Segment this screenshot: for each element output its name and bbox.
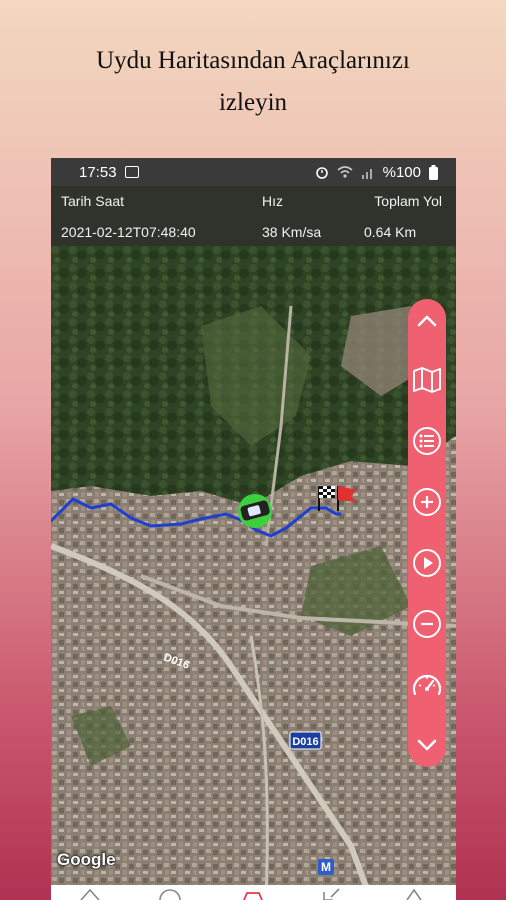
speed-label: Hız xyxy=(262,193,283,209)
map-type-button[interactable] xyxy=(408,360,446,400)
list-icon xyxy=(413,427,441,455)
settings-icon[interactable] xyxy=(403,887,425,900)
headline-line-2: izleyin xyxy=(218,89,288,116)
edit-icon[interactable] xyxy=(321,887,343,900)
headline-line-1: Uydu Haritasından Araçlarınızı xyxy=(96,47,410,74)
battery-icon xyxy=(429,164,438,180)
zoom-in-button[interactable] xyxy=(408,482,446,522)
trip-info-bar: Tarih Saat Hız Toplam Yol 2021-02-12T07:… xyxy=(51,186,456,246)
status-time: 17:53 xyxy=(79,163,117,181)
signal-icon xyxy=(361,169,372,179)
chevron-down-icon xyxy=(417,739,437,751)
date-label: Tarih Saat xyxy=(61,193,125,209)
map-icon xyxy=(413,367,441,393)
speed-button[interactable] xyxy=(408,665,446,705)
speed-value: 38 Km/sa xyxy=(262,224,322,240)
wifi-icon xyxy=(337,166,353,178)
phone-screen: D016 D016 M Google 17:53 %100 Tarih Saat… xyxy=(51,158,456,900)
alarm-icon xyxy=(315,167,328,179)
zoom-in-icon xyxy=(413,488,441,516)
road-label-1: D016 xyxy=(292,736,318,748)
zoom-out-button[interactable] xyxy=(408,604,446,644)
zoom-out-icon xyxy=(413,610,441,638)
satellite-map[interactable]: D016 D016 M xyxy=(51,246,456,900)
battery-percent: %100 xyxy=(382,163,421,181)
vehicle-marker[interactable] xyxy=(238,494,272,528)
chevron-up-icon xyxy=(417,315,437,327)
list-button[interactable] xyxy=(408,421,446,461)
map-controls xyxy=(408,299,446,767)
status-bar: 17:53 %100 xyxy=(51,158,456,186)
distance-value: 0.64 Km xyxy=(364,224,417,240)
speedometer-icon xyxy=(412,674,442,696)
google-logo: Google xyxy=(57,850,116,869)
car-icon[interactable] xyxy=(241,887,265,900)
scroll-up-button[interactable] xyxy=(408,301,446,341)
home-icon[interactable] xyxy=(79,887,101,900)
metro-label: M xyxy=(321,860,331,874)
scroll-down-button[interactable] xyxy=(408,725,446,765)
distance-label: Toplam Yol xyxy=(374,193,442,209)
metro-marker: M xyxy=(318,859,334,875)
bottom-nav xyxy=(51,885,456,900)
play-icon xyxy=(413,549,441,577)
play-button[interactable] xyxy=(408,543,446,583)
image-icon xyxy=(124,166,139,178)
date-value: 2021-02-12T07:48:40 xyxy=(61,224,196,240)
globe-icon[interactable] xyxy=(159,887,181,900)
road-shield-1: D016 xyxy=(289,731,322,750)
headline: Uydu Haritasından Araçlarınızı izleyin xyxy=(0,40,506,124)
